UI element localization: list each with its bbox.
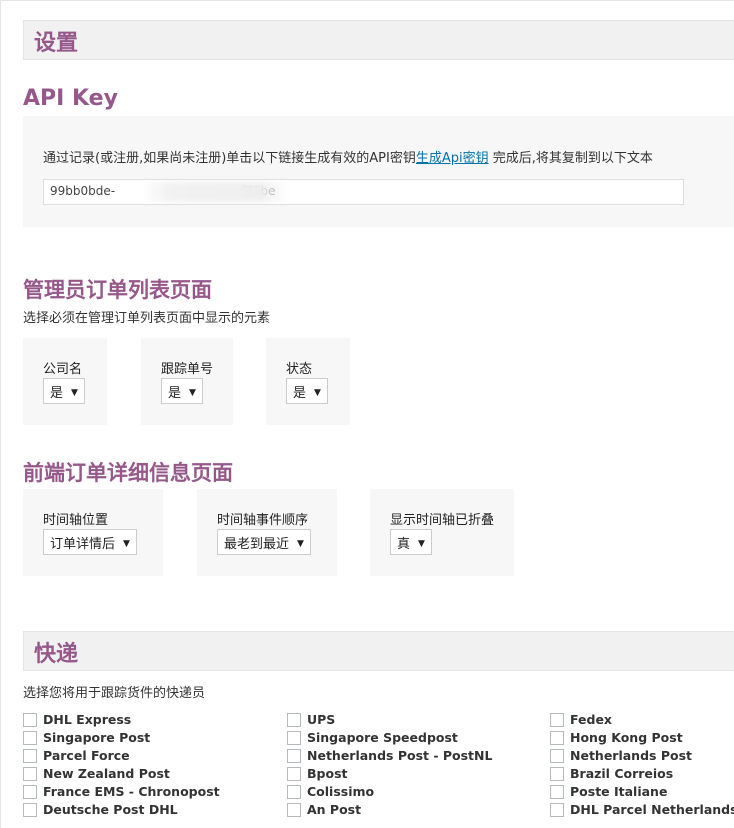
settings-title: 设置: [34, 31, 79, 56]
frontend-details-heading: 前端订单详细信息页面: [23, 461, 233, 485]
chevron-down-icon: ▼: [71, 388, 78, 398]
courier-label: DHL Parcel Netherlands: [570, 802, 734, 817]
courier-checkbox[interactable]: [287, 713, 301, 727]
courier-checkbox[interactable]: [287, 731, 301, 745]
courier-checkbox[interactable]: [23, 785, 37, 799]
couriers-header-bar: 快递: [23, 631, 734, 671]
courier-label: UPS: [307, 712, 336, 727]
api-key-text-before: 通过记录(或注册,如果尚未注册)单击以下链接生成有效的API密钥: [43, 151, 416, 166]
company-name-select[interactable]: 是 ▼: [43, 378, 85, 404]
courier-checkbox[interactable]: [23, 803, 37, 817]
courier-checkbox[interactable]: [550, 803, 564, 817]
status-value: 是: [293, 386, 307, 401]
tracking-number-label: 跟踪单号: [161, 362, 214, 377]
chevron-down-icon: ▼: [123, 539, 130, 549]
admin-field-tracking-card: 跟踪单号 是 ▼: [141, 338, 233, 425]
courier-checkbox[interactable]: [287, 803, 301, 817]
chevron-down-icon: ▼: [418, 539, 425, 549]
timeline-position-select[interactable]: 订单详情后 ▼: [43, 529, 137, 555]
courier-label: Hong Kong Post: [570, 730, 683, 745]
timeline-collapsed-card: 显示时间轴已折叠 真 ▼: [370, 489, 514, 576]
api-key-description: 通过记录(或注册,如果尚未注册)单击以下链接生成有效的API密钥生成Api密钥 …: [43, 147, 653, 166]
courier-checkbox[interactable]: [287, 749, 301, 763]
admin-list-heading: 管理员订单列表页面: [23, 278, 212, 302]
timeline-position-value: 订单详情后: [50, 537, 116, 552]
couriers-title: 快递: [34, 642, 79, 667]
courier-label: Singapore Post: [43, 730, 151, 745]
api-key-redaction: [140, 182, 290, 202]
courier-label: An Post: [307, 802, 362, 817]
courier-checkbox[interactable]: [23, 713, 37, 727]
courier-label: Netherlands Post: [570, 748, 692, 763]
courier-checkbox[interactable]: [550, 785, 564, 799]
chevron-down-icon: ▼: [297, 539, 304, 549]
courier-label: Netherlands Post - PostNL: [307, 748, 493, 763]
api-key-text-after: 完成后,将其复制到以下文本: [488, 151, 653, 166]
chevron-down-icon: ▼: [314, 388, 321, 398]
status-label: 状态: [286, 362, 313, 377]
admin-list-description: 选择必须在管理订单列表页面中显示的元素: [23, 311, 271, 326]
courier-checkbox[interactable]: [550, 731, 564, 745]
timeline-order-value: 最老到最近: [224, 537, 290, 552]
couriers-description: 选择您将用于跟踪货件的快递员: [23, 686, 206, 701]
top-border: [0, 0, 734, 1]
courier-checkbox[interactable]: [287, 785, 301, 799]
generate-api-key-link[interactable]: 生成Api密钥: [416, 151, 489, 166]
company-name-label: 公司名: [43, 362, 83, 377]
courier-label: Parcel Force: [43, 748, 130, 763]
admin-field-status-card: 状态 是 ▼: [266, 338, 350, 425]
timeline-collapsed-select[interactable]: 真 ▼: [390, 529, 432, 555]
courier-label: Poste Italiane: [570, 784, 668, 799]
courier-label: DHL Express: [43, 712, 132, 727]
courier-label: Fedex: [570, 712, 612, 727]
api-key-input[interactable]: 99bb0bde- f73be: [43, 179, 684, 205]
timeline-order-card: 时间轴事件顺序 最老到最近 ▼: [197, 489, 337, 576]
api-key-heading: API Key: [23, 86, 118, 111]
timeline-collapsed-value: 真: [397, 537, 411, 552]
courier-label: Singapore Speedpost: [307, 730, 458, 745]
courier-label: France EMS - Chronopost: [43, 784, 220, 799]
tracking-number-value: 是: [168, 386, 182, 401]
courier-checkbox[interactable]: [550, 767, 564, 781]
tracking-number-select[interactable]: 是 ▼: [161, 378, 203, 404]
api-key-panel: 通过记录(或注册,如果尚未注册)单击以下链接生成有效的API密钥生成Api密钥 …: [23, 116, 734, 227]
courier-checkbox[interactable]: [550, 749, 564, 763]
courier-label: Colissimo: [307, 784, 375, 799]
settings-header-bar: 设置: [23, 20, 734, 60]
left-border: [0, 0, 1, 828]
courier-checkbox[interactable]: [550, 713, 564, 727]
timeline-order-label: 时间轴事件顺序: [217, 513, 309, 528]
courier-label: Deutsche Post DHL: [43, 802, 178, 817]
courier-label: New Zealand Post: [43, 766, 170, 781]
courier-label: Bpost: [307, 766, 348, 781]
courier-checkbox[interactable]: [23, 767, 37, 781]
status-select[interactable]: 是 ▼: [286, 378, 328, 404]
courier-checkbox[interactable]: [23, 749, 37, 763]
chevron-down-icon: ▼: [189, 388, 196, 398]
company-name-value: 是: [50, 386, 64, 401]
courier-label: Brazil Correios: [570, 766, 674, 781]
timeline-position-card: 时间轴位置 订单详情后 ▼: [23, 489, 163, 576]
courier-checkbox[interactable]: [23, 731, 37, 745]
timeline-position-label: 时间轴位置: [43, 513, 109, 528]
admin-field-company-card: 公司名 是 ▼: [23, 338, 107, 425]
courier-checkbox[interactable]: [287, 767, 301, 781]
timeline-order-select[interactable]: 最老到最近 ▼: [217, 529, 311, 555]
timeline-collapsed-label: 显示时间轴已折叠: [390, 513, 495, 528]
